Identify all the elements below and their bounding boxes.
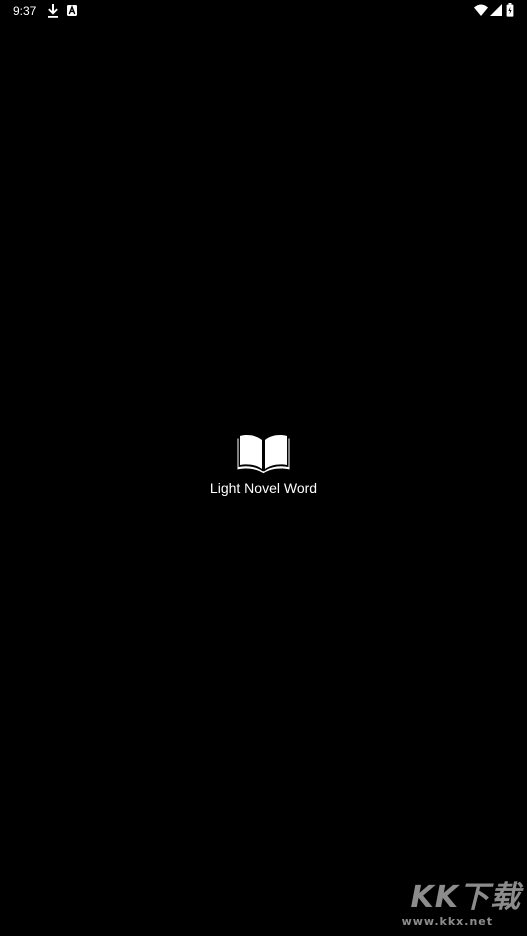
watermark-main-text: KK下载 bbox=[410, 880, 521, 915]
splash-screen: Light Novel Word bbox=[0, 432, 527, 502]
status-bar: 9:37 bbox=[0, 0, 527, 22]
watermark-logo: KK下载 www.kkx.net bbox=[401, 880, 521, 933]
a-badge-icon bbox=[67, 5, 77, 16]
app-name: Light Novel Word bbox=[209, 480, 318, 496]
signal-icon bbox=[490, 4, 502, 16]
wifi-icon bbox=[474, 4, 488, 16]
watermark-url-text: www.kkx.net bbox=[401, 915, 493, 928]
open-book-icon bbox=[237, 435, 290, 474]
battery-icon bbox=[506, 3, 514, 17]
download-icon bbox=[48, 4, 58, 18]
status-time: 9:37 bbox=[13, 4, 37, 18]
